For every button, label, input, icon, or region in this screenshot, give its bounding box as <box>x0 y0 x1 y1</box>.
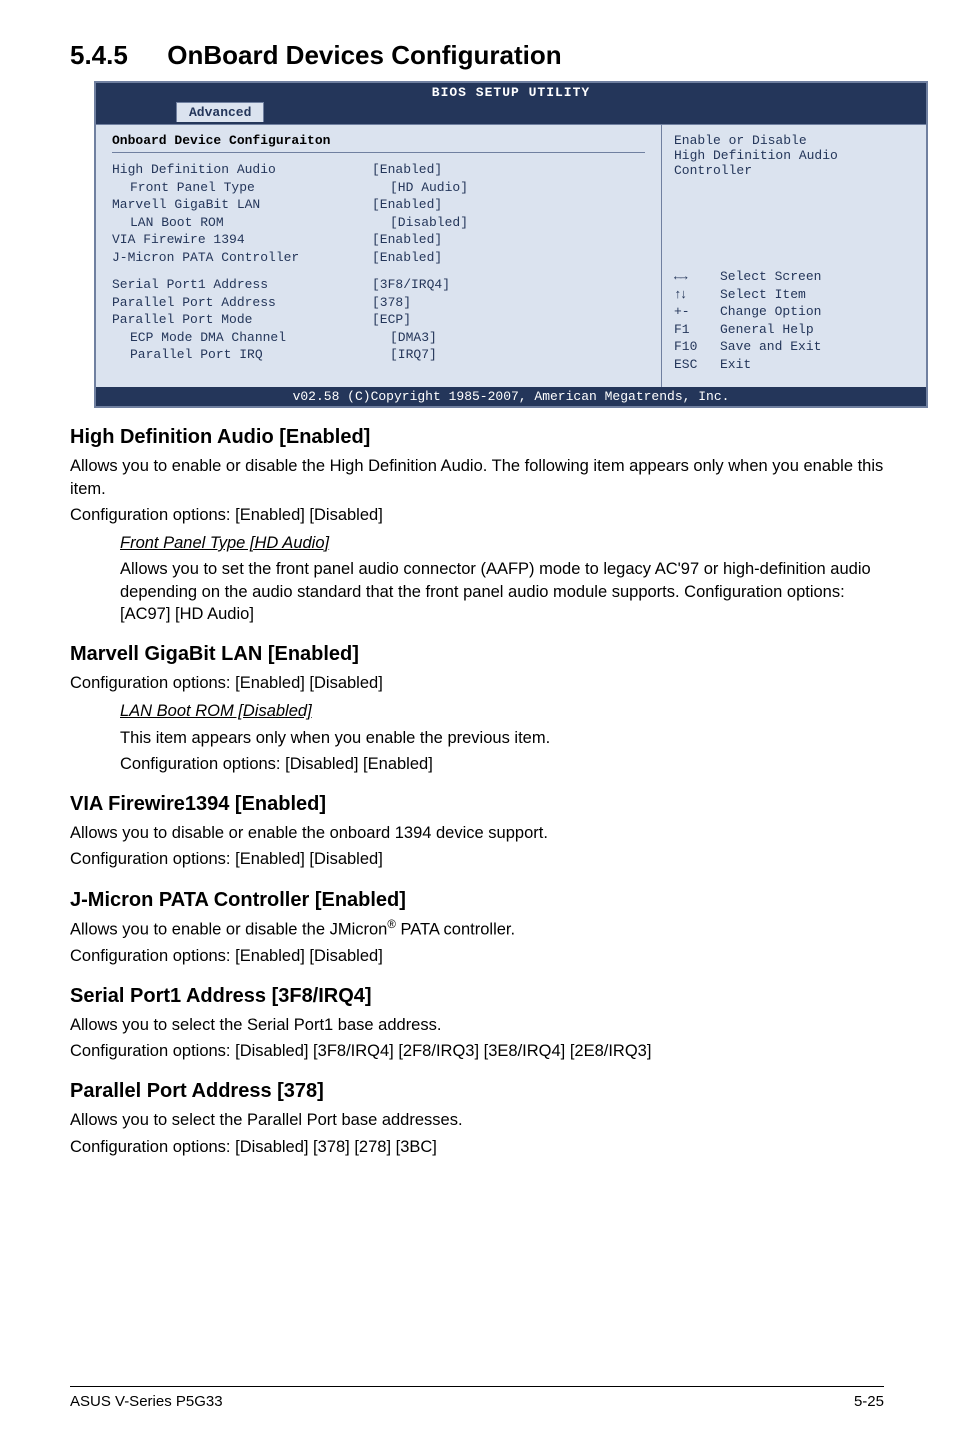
sub-heading: LAN Boot ROM [Disabled] <box>120 702 312 720</box>
body-text: Configuration options: [Enabled] [Disabl… <box>70 945 884 967</box>
item-heading-parallel: Parallel Port Address [378] <box>70 1080 884 1103</box>
bios-group-1: High Definition Audio[Enabled] Front Pan… <box>112 161 645 266</box>
bios-label: High Definition Audio <box>112 161 372 179</box>
key-label: F1 <box>674 321 720 339</box>
bios-title: BIOS SETUP UTILITY <box>96 83 926 102</box>
bios-value[interactable]: [HD Audio] <box>390 179 645 197</box>
bios-value[interactable]: [378] <box>372 294 645 312</box>
arrows-ud-icon: ↑↓ <box>674 286 720 304</box>
item-heading-hda: High Definition Audio [Enabled] <box>70 426 884 449</box>
body-text: Allows you to disable or enable the onbo… <box>70 822 884 844</box>
bios-value[interactable]: [Enabled] <box>372 249 645 267</box>
key-label: ESC <box>674 356 720 374</box>
body-text: Allows you to select the Serial Port1 ba… <box>70 1014 884 1036</box>
item-heading-jmicron: J-Micron PATA Controller [Enabled] <box>70 889 884 912</box>
bios-label: Front Panel Type <box>112 179 390 197</box>
bios-key-help: ←→Select Screen ↑↓Select Item +-Change O… <box>674 268 914 373</box>
section-heading: 5.4.5 OnBoard Devices Configuration <box>70 40 884 71</box>
item-heading-serial: Serial Port1 Address [3F8/IRQ4] <box>70 985 884 1008</box>
section-title: OnBoard Devices Configuration <box>167 40 561 70</box>
bios-label: Parallel Port Address <box>112 294 372 312</box>
bios-tab-advanced[interactable]: Advanced <box>176 102 264 122</box>
bios-label: Parallel Port IRQ <box>112 346 390 364</box>
item-heading-lan: Marvell GigaBit LAN [Enabled] <box>70 643 884 666</box>
bios-value[interactable]: [Disabled] <box>390 214 645 232</box>
bios-help-text: Enable or Disable High Definition Audio … <box>674 133 914 178</box>
bios-label: VIA Firewire 1394 <box>112 231 372 249</box>
bios-label: J-Micron PATA Controller <box>112 249 372 267</box>
body-text: Configuration options: [Disabled] [3F8/I… <box>70 1040 884 1062</box>
bios-value[interactable]: [Enabled] <box>372 196 645 214</box>
bios-label: Parallel Port Mode <box>112 311 372 329</box>
key-label: +- <box>674 303 720 321</box>
bios-value[interactable]: [3F8/IRQ4] <box>372 276 645 294</box>
item-heading-via: VIA Firewire1394 [Enabled] <box>70 793 884 816</box>
body-text: Configuration options: [Disabled] [378] … <box>70 1136 884 1158</box>
body-text: Allows you to set the front panel audio … <box>120 558 880 625</box>
bios-copyright: v02.58 (C)Copyright 1985-2007, American … <box>96 387 926 406</box>
section-number: 5.4.5 <box>70 40 160 71</box>
bios-value[interactable]: [ECP] <box>372 311 645 329</box>
footer-left: ASUS V-Series P5G33 <box>70 1393 223 1410</box>
body-text: This item appears only when you enable t… <box>120 727 880 749</box>
bios-value[interactable]: [DMA3] <box>390 329 645 347</box>
bios-label: LAN Boot ROM <box>112 214 390 232</box>
arrows-lr-icon: ←→ <box>674 268 720 286</box>
body-text: Allows you to select the Parallel Port b… <box>70 1109 884 1131</box>
key-label: F10 <box>674 338 720 356</box>
bios-group-2: Serial Port1 Address[3F8/IRQ4] Parallel … <box>112 276 645 364</box>
bios-label: ECP Mode DMA Channel <box>112 329 390 347</box>
bios-label: Marvell GigaBit LAN <box>112 196 372 214</box>
body-text: Configuration options: [Enabled] [Disabl… <box>70 504 884 526</box>
bios-value[interactable]: [Enabled] <box>372 161 645 179</box>
body-text: Allows you to enable or disable the High… <box>70 455 884 500</box>
bios-value[interactable]: [Enabled] <box>372 231 645 249</box>
bios-panel-heading: Onboard Device Configuraiton <box>112 133 645 148</box>
body-text: Configuration options: [Enabled] [Disabl… <box>70 672 884 694</box>
bios-panel: BIOS SETUP UTILITY Advanced Onboard Devi… <box>94 81 928 408</box>
sub-heading: Front Panel Type [HD Audio] <box>120 534 329 552</box>
body-text: Configuration options: [Disabled] [Enabl… <box>120 753 880 775</box>
footer-page-number: 5-25 <box>854 1393 884 1410</box>
body-text: Allows you to enable or disable the JMic… <box>70 918 884 941</box>
divider <box>112 152 645 153</box>
body-text: Configuration options: [Enabled] [Disabl… <box>70 848 884 870</box>
bios-label: Serial Port1 Address <box>112 276 372 294</box>
bios-value[interactable]: [IRQ7] <box>390 346 645 364</box>
